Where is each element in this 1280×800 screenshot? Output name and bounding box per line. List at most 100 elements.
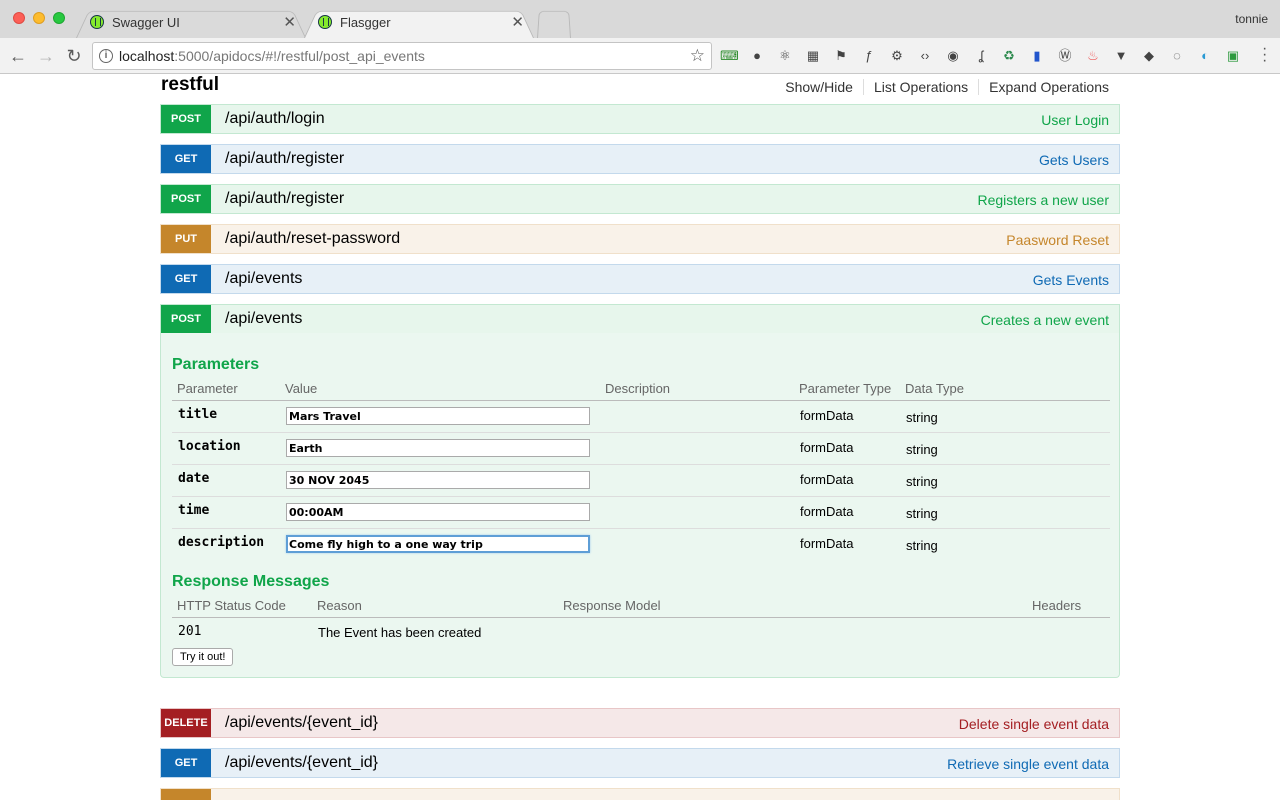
operation-put-reset-password[interactable]: PUT /api/auth/reset-password Paasword Re… bbox=[160, 224, 1120, 254]
code-new-icon[interactable]: ⌨ bbox=[720, 47, 739, 65]
operation-summary[interactable]: Gets Events bbox=[1033, 272, 1109, 288]
operation-path[interactable]: /api/auth/reset-password bbox=[225, 230, 400, 248]
tab-flasgger[interactable]: Flasgger ✕ bbox=[304, 6, 534, 38]
operation-path[interactable]: /api/events/{event_id} bbox=[225, 754, 378, 772]
fx-icon[interactable]: ƒ bbox=[860, 47, 878, 65]
close-tab-icon[interactable]: ✕ bbox=[511, 13, 524, 31]
operation-path[interactable]: /api/events/{event_id} bbox=[225, 714, 378, 732]
react-icon[interactable]: ⚛ bbox=[776, 47, 794, 65]
data-type: string bbox=[906, 474, 938, 489]
data-type: string bbox=[906, 538, 938, 553]
operation-get-auth-register[interactable]: GET /api/auth/register Gets Users bbox=[160, 144, 1120, 174]
eye-icon[interactable]: ◉ bbox=[944, 47, 962, 65]
expand-operations-link[interactable]: Expand Operations bbox=[979, 79, 1109, 95]
column-header-description: Description bbox=[605, 381, 671, 396]
toolbar: ← → ↻ i localhost:5000/apidocs/#!/restfu… bbox=[0, 38, 1280, 74]
parameter-type: formData bbox=[800, 472, 854, 487]
bookmark-star-icon[interactable]: ☆ bbox=[690, 46, 705, 66]
http-method-badge[interactable]: PUT bbox=[161, 225, 211, 253]
bulb-outline-icon[interactable]: ◌ bbox=[1168, 47, 1186, 65]
parameter-name: description bbox=[178, 535, 265, 550]
http-method-badge[interactable]: DELETE bbox=[161, 709, 211, 737]
recycle-icon[interactable]: ♻ bbox=[1000, 47, 1018, 65]
resource-links: Show/Hide List Operations Expand Operati… bbox=[775, 79, 1109, 95]
http-method-badge[interactable]: POST bbox=[161, 305, 211, 333]
parameter-type: formData bbox=[800, 504, 854, 519]
minimize-window-button[interactable] bbox=[33, 12, 45, 24]
operation-path[interactable]: /api/events bbox=[225, 310, 302, 328]
dropbox-icon[interactable]: ◆ bbox=[1140, 47, 1158, 65]
operation-summary[interactable]: Paasword Reset bbox=[1006, 232, 1109, 248]
gear-globe-icon[interactable]: ⚙ bbox=[888, 47, 906, 65]
close-tab-icon[interactable]: ✕ bbox=[283, 13, 296, 31]
info-icon[interactable]: i bbox=[99, 49, 113, 63]
description-input[interactable] bbox=[286, 535, 590, 553]
operation-content: Parameters Parameter Value Description P… bbox=[160, 333, 1120, 678]
reload-icon[interactable]: ↻ bbox=[62, 44, 86, 68]
maximize-window-button[interactable] bbox=[53, 12, 65, 24]
http-method-badge[interactable]: POST bbox=[161, 105, 211, 133]
list-operations-link[interactable]: List Operations bbox=[864, 79, 980, 95]
operation-path[interactable]: /api/events bbox=[225, 270, 302, 288]
http-method-badge[interactable]: POST bbox=[161, 185, 211, 213]
try-it-out-button[interactable]: Try it out! bbox=[172, 648, 234, 666]
pin-icon[interactable]: ▮ bbox=[1028, 47, 1046, 65]
address-bar[interactable]: i localhost:5000/apidocs/#!/restful/post… bbox=[92, 42, 712, 70]
operation-get-event[interactable]: GET /api/events/{event_id} Retrieve sing… bbox=[160, 748, 1120, 778]
operation-path[interactable]: /api/auth/login bbox=[225, 110, 325, 128]
operation-get-events[interactable]: GET /api/events Gets Events bbox=[160, 264, 1120, 294]
wordpress-icon[interactable]: Ⓦ bbox=[1056, 47, 1074, 65]
date-input[interactable] bbox=[286, 471, 590, 489]
bulb-icon[interactable]: ● bbox=[748, 47, 766, 65]
operation-delete-event[interactable]: DELETE /api/events/{event_id} Delete sin… bbox=[160, 708, 1120, 738]
operation-summary[interactable]: Creates a new event bbox=[981, 312, 1109, 328]
operation-summary[interactable]: User Login bbox=[1041, 112, 1109, 128]
parameters-table: Parameter Value Description Parameter Ty… bbox=[172, 381, 1110, 561]
parameter-type: formData bbox=[800, 440, 854, 455]
http-method-badge[interactable]: GET bbox=[161, 265, 211, 293]
forward-arrow-icon[interactable]: → bbox=[34, 44, 58, 68]
back-arrow-icon[interactable]: ← bbox=[6, 44, 30, 68]
operation-summary[interactable]: Gets Users bbox=[1039, 152, 1109, 168]
fire-icon[interactable]: ♨ bbox=[1084, 47, 1102, 65]
operation-path[interactable]: /api/auth/register bbox=[225, 150, 344, 168]
swagger-favicon-icon bbox=[318, 15, 332, 29]
swagger-favicon-icon bbox=[90, 15, 104, 29]
response-messages-heading: Response Messages bbox=[172, 573, 330, 590]
operation-summary[interactable]: Registers a new user bbox=[977, 192, 1109, 208]
title-input[interactable] bbox=[286, 407, 590, 425]
operation-path[interactable]: /api/auth/register bbox=[225, 190, 344, 208]
hook-icon[interactable]: ʆ bbox=[972, 47, 990, 65]
column-header-parameter: Parameter bbox=[177, 381, 238, 396]
response-reason: The Event has been created bbox=[318, 625, 482, 640]
vee-icon[interactable]: ▼ bbox=[1112, 47, 1130, 65]
close-window-button[interactable] bbox=[13, 12, 25, 24]
show-hide-link[interactable]: Show/Hide bbox=[775, 79, 864, 95]
http-method-badge[interactable]: GET bbox=[161, 749, 211, 777]
cw-icon[interactable]: ◐ bbox=[1196, 47, 1214, 65]
tag-icon[interactable]: ⚑ bbox=[832, 47, 850, 65]
http-method-badge[interactable] bbox=[161, 789, 211, 800]
parameter-name: date bbox=[178, 471, 210, 486]
operation-post-auth-register[interactable]: POST /api/auth/register Registers a new … bbox=[160, 184, 1120, 214]
operation-post-auth-login[interactable]: POST /api/auth/login User Login bbox=[160, 104, 1120, 134]
column-header-data-type: Data Type bbox=[905, 381, 965, 396]
operation-partially-visible[interactable] bbox=[160, 788, 1120, 800]
grid-icon[interactable]: ▦ bbox=[804, 47, 822, 65]
http-method-badge[interactable]: GET bbox=[161, 145, 211, 173]
tab-swagger-ui[interactable]: Swagger UI ✕ bbox=[76, 6, 306, 38]
location-input[interactable] bbox=[286, 439, 590, 457]
operation-post-events[interactable]: POST /api/events Creates a new event bbox=[160, 304, 1120, 334]
menu-dots-icon[interactable]: · · · bbox=[1262, 41, 1268, 69]
profile-name[interactable]: tonnie bbox=[1235, 12, 1268, 26]
time-input[interactable] bbox=[286, 503, 590, 521]
new-tab-button[interactable] bbox=[537, 6, 571, 38]
column-header-reason: Reason bbox=[317, 598, 362, 613]
code-icon[interactable]: ‹› bbox=[916, 47, 934, 65]
cors-icon[interactable]: ▣ bbox=[1224, 47, 1242, 65]
operation-summary[interactable]: Delete single event data bbox=[959, 716, 1109, 732]
response-code: 201 bbox=[178, 624, 202, 639]
url-text[interactable]: localhost:5000/apidocs/#!/restful/post_a… bbox=[119, 48, 425, 64]
operation-summary[interactable]: Retrieve single event data bbox=[947, 756, 1109, 772]
resource-title[interactable]: restful bbox=[161, 74, 219, 96]
